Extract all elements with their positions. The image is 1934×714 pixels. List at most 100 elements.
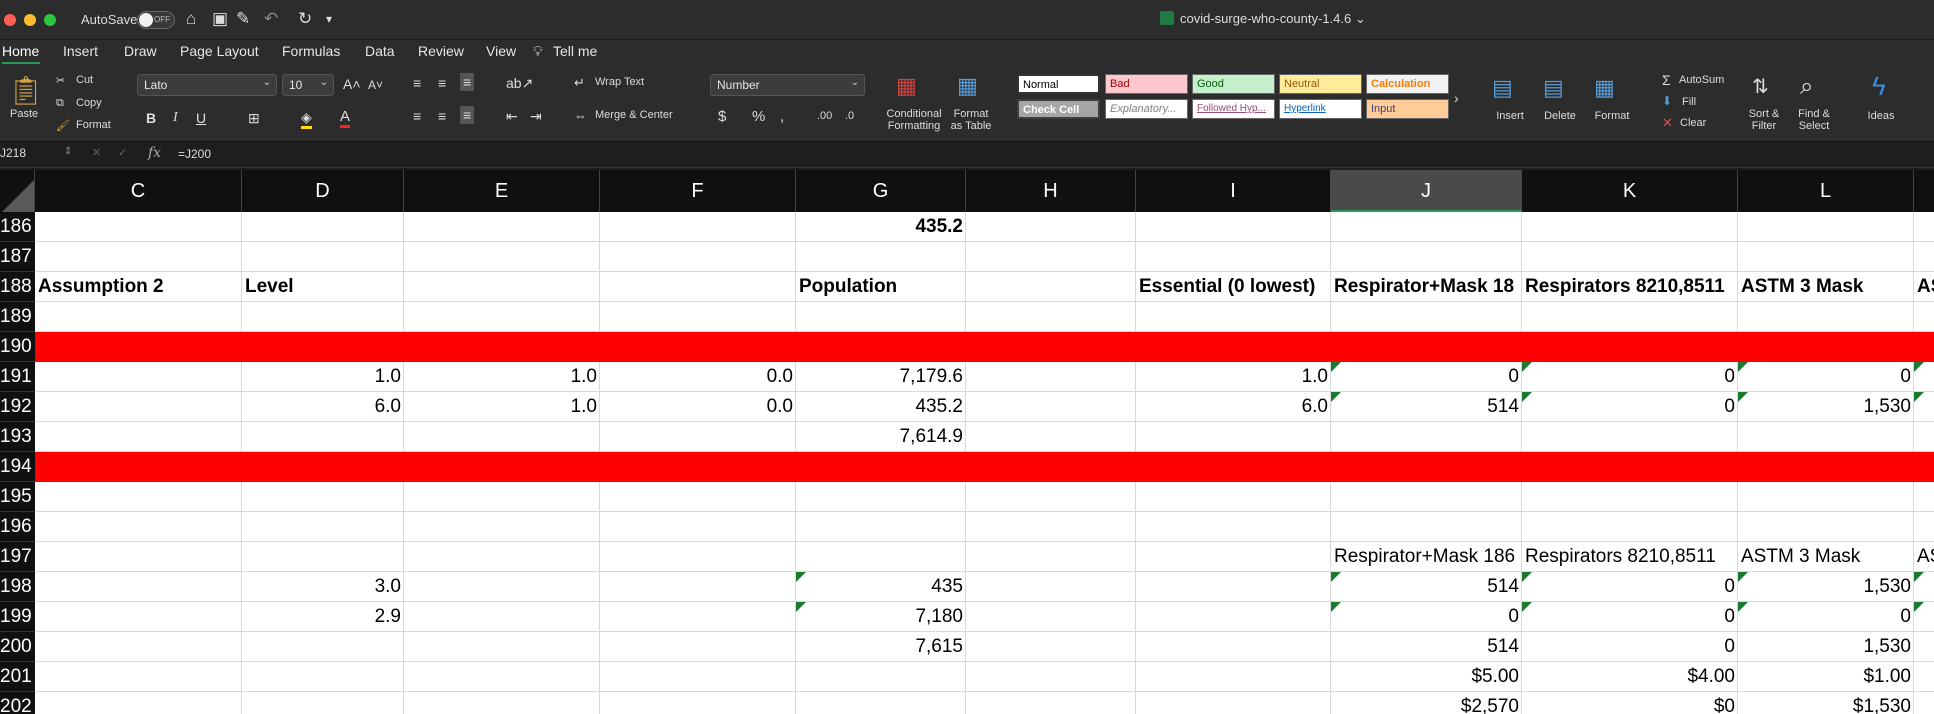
cell-g198[interactable]: 435 [796,572,966,602]
cell-l200[interactable]: 1,530 [1738,632,1914,662]
cell-e191[interactable]: 1.0 [404,362,600,392]
cell-g193[interactable]: 7,614.9 [796,422,966,452]
orientation-icon[interactable]: ab↗ [506,75,533,92]
row-header[interactable]: 198 [0,572,35,602]
find-select-icon[interactable]: ⌕ [1800,74,1813,100]
minimize-window-button[interactable] [24,14,36,26]
error-indicator-icon[interactable] [1738,392,1748,402]
cancel-entry-icon[interactable]: ✕ [92,146,101,159]
error-indicator-icon[interactable] [1738,602,1748,612]
align-right-icon[interactable]: ≡ [460,106,475,124]
cell-d192[interactable]: 6.0 [242,392,404,422]
format-as-table-button[interactable]: Format as Table [946,108,996,132]
style-calculation[interactable]: Calculation [1366,74,1449,94]
row-header[interactable]: 190 [0,332,35,362]
select-all-corner[interactable] [0,170,35,212]
error-indicator-icon[interactable] [1522,572,1532,582]
align-bottom-icon[interactable]: ≡ [460,73,475,91]
cell-k188[interactable]: Respirators 8210,8511 [1522,272,1738,302]
formula-input[interactable]: =J200 [178,147,211,161]
error-indicator-icon[interactable] [1914,362,1924,372]
font-name-select[interactable]: Lato ⌄ [137,74,277,96]
cell-l188[interactable]: ASTM 3 Mask [1738,272,1914,302]
delete-cells-icon[interactable]: ▤ [1543,76,1564,100]
cell-j188[interactable]: Respirator+Mask 18 [1331,272,1522,302]
cell-l201[interactable]: $1.00 [1738,662,1914,692]
tab-formulas[interactable]: Formulas [282,43,340,59]
fill-button[interactable]: Fill [1682,96,1696,108]
delete-cells-button[interactable]: Delete [1538,110,1582,122]
comma-style-icon[interactable]: , [780,108,784,125]
save-icon[interactable]: ▣ [212,9,228,29]
font-size-select[interactable]: 10 ⌄ [282,74,334,96]
cell-i188[interactable]: Essential (0 lowest) [1136,272,1331,302]
cell-i192[interactable]: 6.0 [1136,392,1331,422]
row-header[interactable]: 196 [0,512,35,542]
cell-l191[interactable]: 0 [1738,362,1914,392]
underline-button[interactable]: U [196,110,206,126]
row-header[interactable]: 191 [0,362,35,392]
cell-g191[interactable]: 7,179.6 [796,362,966,392]
column-header-next[interactable] [1914,170,1934,212]
error-indicator-icon[interactable] [1738,572,1748,582]
align-top-icon[interactable]: ≡ [413,75,421,91]
align-center-icon[interactable]: ≡ [438,108,446,124]
error-indicator-icon[interactable] [1914,572,1924,582]
styles-expand-icon[interactable]: › [1454,90,1459,106]
name-box[interactable]: J218 [0,146,26,160]
borders-icon[interactable]: ⊞ [248,110,260,127]
row-header[interactable]: 192 [0,392,35,422]
cell-f191[interactable]: 0.0 [600,362,796,392]
row-header[interactable]: 199 [0,602,35,632]
cell-k198[interactable]: 0 [1522,572,1738,602]
increase-indent-icon[interactable]: ⇥ [530,108,542,125]
merge-center-button[interactable]: Merge & Center [595,109,673,121]
column-header-j[interactable]: J [1331,170,1522,212]
row-header[interactable]: 201 [0,662,35,692]
cell-k192[interactable]: 0 [1522,392,1738,422]
column-header-e[interactable]: E [404,170,600,212]
wrap-text-button[interactable]: Wrap Text [595,76,644,88]
tab-draw[interactable]: Draw [124,43,157,59]
style-input[interactable]: Input [1366,99,1449,119]
cell-d191[interactable]: 1.0 [242,362,404,392]
tab-page-layout[interactable]: Page Layout [180,43,259,59]
cell-f192[interactable]: 0.0 [600,392,796,422]
column-header-h[interactable]: H [966,170,1136,212]
error-indicator-icon[interactable] [1522,392,1532,402]
undo-icon[interactable]: ↶ [264,9,278,29]
column-header-k[interactable]: K [1522,170,1738,212]
font-color-icon[interactable]: A [340,108,351,128]
cell-j198[interactable]: 514 [1331,572,1522,602]
italic-button[interactable]: I [173,110,178,126]
edit-icon[interactable]: ✎ [236,9,250,29]
cell-j199[interactable]: 0 [1331,602,1522,632]
align-left-icon[interactable]: ≡ [413,108,421,124]
cell-g200[interactable]: 7,615 [796,632,966,662]
decrease-decimal-icon[interactable]: .0 [845,110,854,122]
error-indicator-icon[interactable] [1331,362,1341,372]
style-hyperlink[interactable]: Hyperlink [1279,99,1362,119]
find-select-button[interactable]: Find & Select [1792,108,1836,132]
align-middle-icon[interactable]: ≡ [438,75,446,91]
decrease-indent-icon[interactable]: ⇤ [506,108,518,125]
tab-review[interactable]: Review [418,43,464,59]
insert-cells-icon[interactable]: ▤ [1492,76,1513,100]
column-header-g[interactable]: G [796,170,966,212]
close-window-button[interactable] [4,14,16,26]
name-box-stepper[interactable]: ⇕ [64,146,72,157]
autosum-button[interactable]: AutoSum [1679,74,1724,86]
error-indicator-icon[interactable] [1914,602,1924,612]
error-indicator-icon[interactable] [1522,602,1532,612]
cell-k201[interactable]: $4.00 [1522,662,1738,692]
copy-button[interactable]: Copy [76,97,102,109]
tab-insert[interactable]: Insert [63,43,98,59]
worksheet-grid[interactable]: C D E F G H I J K L 186 435.2 187 188 Assumption 2 Leve… [0,170,1934,714]
cell-j192[interactable]: 514 [1331,392,1522,422]
autosave-toggle[interactable]: OFF [137,11,175,29]
cell-j202[interactable]: $2,570 [1331,692,1522,714]
row-header[interactable]: 186 [0,212,35,242]
column-header-c[interactable]: C [35,170,242,212]
error-indicator-icon[interactable] [1914,392,1924,402]
cell-j201[interactable]: $5.00 [1331,662,1522,692]
